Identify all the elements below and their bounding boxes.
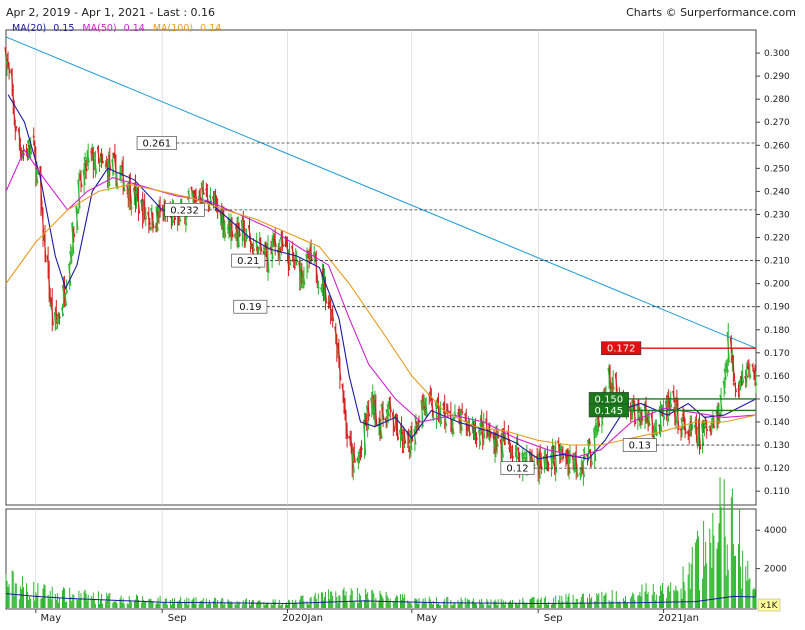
price-tick-label: 0.190 [764, 303, 790, 313]
price-tick-label: 0.270 [764, 118, 790, 128]
price-tick-label: 0.160 [764, 372, 790, 382]
time-tick-label: Sep [168, 613, 187, 624]
price-tick-label: 0.290 [764, 72, 790, 82]
level-label: 0.172 [607, 344, 636, 355]
price-tick-label: 0.230 [764, 210, 790, 220]
price-axis: 0.110 0.120 0.130 0.140 0.150 0.160 0.170 0.180… [756, 49, 790, 497]
legend-ma20-value: 0.15 [53, 23, 74, 34]
legend-ma20-name: MA(20) [12, 23, 46, 34]
legend-ma100-name: MA(100) [153, 23, 193, 34]
time-tick-label: May [40, 613, 61, 624]
stock-chart: Apr 2, 2019 - Apr 1, 2021 - Last : 0.16 … [4, 6, 796, 624]
time-tick-label: 2020Jan [282, 613, 323, 624]
time-axis: May Sep 2020Jan May Sep 2021Jan [35, 609, 699, 624]
level-label: 0.261 [142, 138, 171, 149]
level-label: 0.145 [595, 406, 624, 417]
time-tick-label: 2021Jan [658, 613, 699, 624]
level-label: 0.19 [239, 302, 261, 313]
price-tick-label: 0.250 [764, 164, 790, 174]
level-label: 0.232 [170, 205, 199, 216]
legend-ma100-value: 0.14 [200, 23, 221, 34]
svg-text:MA(20) 0.15 MA(50): MA(20) 0.15 MA(50) 0.14 MA(100) 0.14 [12, 23, 221, 34]
price-tick-label: 0.130 [764, 441, 790, 451]
price-tick-label: 0.140 [764, 418, 790, 428]
volume-tick-label: 2000 [764, 565, 787, 575]
price-tick-label: 0.210 [764, 257, 790, 267]
price-tick-label: 0.300 [764, 49, 790, 59]
volume-tick-label: 4000 [764, 526, 787, 536]
time-tick-label: Sep [544, 613, 563, 624]
price-tick-label: 0.240 [764, 187, 790, 197]
price-tick-label: 0.280 [764, 95, 790, 105]
volume-unit-badge: x1K [757, 598, 781, 612]
level-label: 0.12 [506, 464, 528, 475]
date-range-label: Apr 2, 2019 - Apr 1, 2021 - Last : 0.16 [6, 6, 215, 19]
price-tick-label: 0.200 [764, 280, 790, 290]
legend-ma50-value: 0.14 [124, 23, 145, 34]
price-tick-label: 0.180 [764, 326, 790, 336]
legend: MA(20) 0.15 MA(50) 0.14 MA(100) 0.14 [12, 23, 221, 34]
volume-axis: 2000 4000 [756, 526, 787, 575]
price-tick-label: 0.110 [764, 487, 790, 497]
level-label: 0.21 [237, 256, 259, 267]
time-tick-label: May [416, 613, 437, 624]
price-tick-label: 0.220 [764, 234, 790, 244]
candle-body [547, 463, 550, 466]
chart-credit: Charts © Surperformance.com [626, 6, 796, 19]
price-tick-label: 0.170 [764, 349, 790, 359]
legend-ma50-name: MA(50) [82, 23, 116, 34]
volume-unit-label: x1K [761, 601, 779, 611]
price-tick-label: 0.150 [764, 395, 790, 405]
price-tick-label: 0.120 [764, 464, 790, 474]
price-tick-label: 0.260 [764, 141, 790, 151]
level-label: 0.13 [629, 441, 651, 452]
